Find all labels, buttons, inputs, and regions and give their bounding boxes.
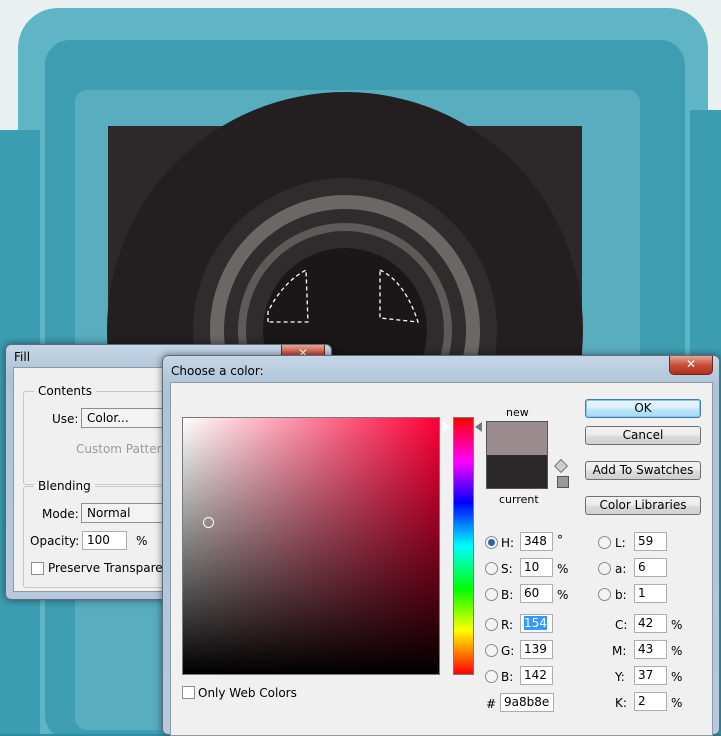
preserve-transparency-checkbox[interactable]: [31, 562, 44, 575]
hue-slider[interactable]: [453, 417, 474, 675]
s-label: S:: [501, 562, 513, 576]
brightness-unit: %: [557, 588, 569, 602]
color-picker-close-button[interactable]: ✕: [669, 356, 713, 375]
m-unit: %: [671, 644, 683, 658]
g-input[interactable]: 139: [520, 640, 553, 659]
a-label: a:: [615, 562, 627, 576]
current-color-swatch[interactable]: [486, 455, 548, 489]
use-label: Use:: [52, 412, 79, 426]
opacity-unit: %: [136, 534, 148, 548]
g-radio[interactable]: [485, 644, 498, 657]
new-color-label: new: [506, 406, 529, 419]
current-color-label: current: [499, 493, 539, 506]
blue-label: B:: [501, 670, 514, 684]
y-unit: %: [671, 670, 683, 684]
color-field[interactable]: [182, 417, 440, 675]
gamut-swatch[interactable]: [557, 476, 569, 488]
r-input-value: 154: [524, 616, 547, 630]
color-picker-dialog: Choose a color: ✕ new current OK Cancel …: [162, 355, 720, 736]
color-field-cursor[interactable]: [203, 517, 214, 528]
c-unit: %: [671, 618, 683, 632]
a-radio[interactable]: [598, 562, 611, 575]
cancel-button[interactable]: Cancel: [585, 426, 701, 445]
ok-button[interactable]: OK: [585, 399, 701, 418]
color-picker-body: new current OK Cancel Add To Swatches Co…: [170, 382, 713, 736]
close-icon: ✕: [685, 357, 697, 371]
g-label: G:: [501, 644, 515, 658]
l-input[interactable]: 59: [634, 532, 667, 551]
blue-radio[interactable]: [485, 670, 498, 683]
y-label: Y:: [615, 670, 625, 684]
c-input[interactable]: 42: [634, 614, 667, 633]
l-label: L:: [615, 536, 626, 550]
k-input[interactable]: 2: [634, 692, 667, 711]
fill-dialog-title: Fill: [14, 350, 31, 364]
only-web-colors-label: Only Web Colors: [198, 686, 297, 700]
brightness-label: B:: [501, 588, 514, 602]
only-web-colors-checkbox[interactable]: [182, 686, 195, 699]
custom-pattern-label: Custom Pattern: [76, 442, 169, 456]
lab-b-label: b:: [615, 588, 627, 602]
r-radio[interactable]: [485, 618, 498, 631]
l-radio[interactable]: [598, 536, 611, 549]
opacity-label: Opacity:: [30, 534, 80, 548]
hex-input[interactable]: 9a8b8e: [500, 693, 554, 712]
h-radio[interactable]: [485, 536, 498, 549]
h-unit: °: [557, 533, 563, 547]
r-input[interactable]: 154: [520, 614, 553, 633]
blue-input[interactable]: 142: [520, 666, 553, 685]
s-input[interactable]: 10: [520, 558, 553, 577]
s-unit: %: [557, 562, 569, 576]
k-label: K:: [615, 696, 627, 710]
hue-arrow-left-icon[interactable]: [443, 422, 450, 432]
c-label: C:: [615, 618, 628, 632]
h-input[interactable]: 348: [520, 532, 553, 551]
hue-arrow-right-icon[interactable]: [475, 422, 482, 432]
lab-b-radio[interactable]: [598, 588, 611, 601]
m-label: M:: [612, 644, 627, 658]
add-to-swatches-button[interactable]: Add To Swatches: [585, 461, 701, 480]
y-input[interactable]: 37: [634, 666, 667, 685]
color-picker-title: Choose a color:: [171, 364, 264, 378]
hex-label: #: [486, 697, 497, 711]
m-input[interactable]: 43: [634, 640, 667, 659]
s-radio[interactable]: [485, 562, 498, 575]
brightness-radio[interactable]: [485, 588, 498, 601]
brightness-input[interactable]: 60: [520, 584, 553, 603]
r-label: R:: [501, 618, 514, 632]
a-input[interactable]: 6: [634, 558, 667, 577]
mode-label: Mode:: [42, 507, 79, 521]
out-of-gamut-cube-icon[interactable]: [553, 458, 569, 474]
opacity-input[interactable]: 100: [82, 531, 127, 550]
blending-group-title: Blending: [34, 479, 95, 493]
lab-b-input[interactable]: 1: [634, 584, 667, 603]
color-libraries-button[interactable]: Color Libraries: [585, 496, 701, 515]
h-label: H:: [501, 536, 515, 550]
k-unit: %: [671, 696, 683, 710]
contents-group-title: Contents: [34, 384, 96, 398]
new-color-swatch: [486, 421, 548, 456]
